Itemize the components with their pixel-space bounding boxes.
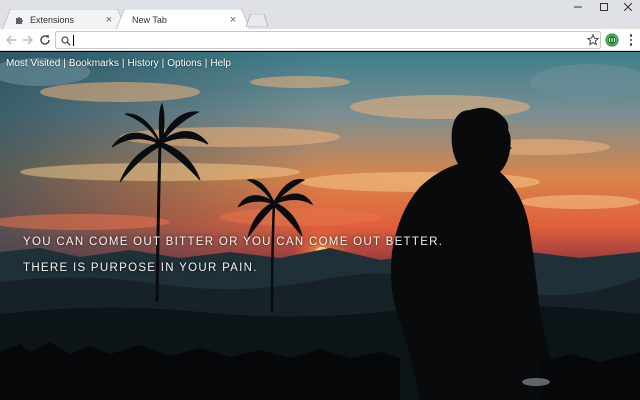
quote-line: YOU CAN COME OUT BITTER OR YOU CAN COME … [23,236,444,248]
reload-icon [40,35,50,45]
star-icon[interactable] [586,33,600,47]
nav-link-help[interactable]: Help [210,58,231,69]
quote: YOU CAN COME OUT BITTER OR YOU CAN COME … [23,236,443,288]
nav-link-bookmarks[interactable]: Bookmarks [69,58,119,69]
arrow-right-icon [23,35,33,45]
extension-icon[interactable] [604,32,620,48]
nav-link-history[interactable]: History [128,58,159,69]
menu-dot-icon [629,34,633,37]
text-caret [73,35,74,46]
nav-separator: | [161,58,165,69]
nav-link-options[interactable]: Options [167,58,201,69]
forward-button[interactable] [19,31,37,49]
omnibox[interactable] [55,31,601,49]
top-navigation: Most Visited | Bookmarks | History | Options | H… [6,58,231,69]
toolbar [0,29,640,51]
quote-line: THERE IS PURPOSE IN YOUR PAIN. [23,262,258,274]
menu-dot-icon [629,43,633,46]
maximize-button[interactable] [593,0,615,14]
tab-extensions[interactable]: Extensions × [2,9,126,30]
reload-button[interactable] [36,31,54,49]
nav-link-most-visited[interactable]: Most Visited [6,58,60,69]
close-icon [624,3,632,11]
minimize-button[interactable] [567,0,589,14]
tab-title: Extensions [30,14,75,25]
address-input[interactable] [73,33,573,47]
arrow-left-icon [6,35,16,45]
window-close-button[interactable] [617,0,639,14]
new-tab-button[interactable] [246,14,268,27]
close-icon[interactable]: × [104,14,114,25]
close-icon[interactable]: × [228,14,238,25]
back-button[interactable] [2,31,20,49]
menu-dot-icon [629,38,633,42]
browser-menu-button[interactable] [624,32,638,48]
nav-separator: | [63,58,66,69]
tab-title: New Tab [132,14,167,25]
new-tab-page: Most Visited | Bookmarks | History | Options | H… [0,52,640,400]
tab-strip: Extensions × New Tab × [0,0,640,30]
puzzle-icon [15,15,25,25]
background-wallpaper [0,52,640,400]
search-icon [59,34,72,47]
tab-new-tab[interactable]: New Tab × [116,9,250,30]
maximize-icon [600,3,608,11]
nav-separator: | [204,58,208,69]
minimize-icon [574,6,582,8]
nav-separator: | [121,58,125,69]
